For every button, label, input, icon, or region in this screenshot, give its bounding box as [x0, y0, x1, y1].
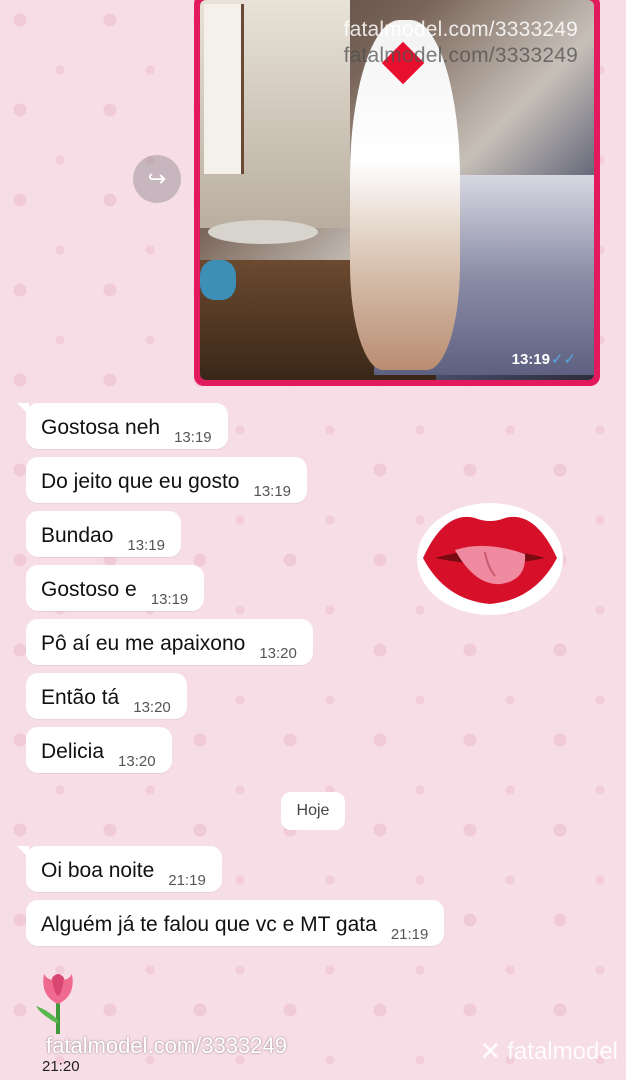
- message-bubble[interactable]: Delicia 13:20: [26, 727, 172, 773]
- photo[interactable]: fatalmodel.com/3333249 fatalmodel.com/33…: [200, 0, 594, 380]
- message-text: Gostoso e: [41, 578, 137, 601]
- tulip-emoji-icon[interactable]: [30, 966, 86, 1036]
- message-text: Delicia: [41, 740, 105, 763]
- message-time: 13:19: [150, 591, 189, 608]
- message-bubble[interactable]: Alguém já te falou que vc e MT gata 21:1…: [26, 900, 445, 946]
- message-time: 13:19: [253, 483, 292, 500]
- photo-watermark-shadow: fatalmodel.com/3333249: [343, 44, 578, 67]
- forward-icon: ↪: [147, 166, 167, 191]
- image-timestamp: 13:19: [511, 351, 550, 368]
- lips-sticker[interactable]: [415, 500, 565, 618]
- message-text: Do jeito que eu gosto: [41, 470, 240, 493]
- forward-button[interactable]: ↪: [133, 155, 181, 203]
- fatalmodel-logo-icon: ✕: [479, 1036, 502, 1066]
- message-text: Então tá: [41, 686, 120, 709]
- date-chip: Hoje: [281, 792, 345, 830]
- message-bubble[interactable]: Gostoso e 13:19: [26, 565, 205, 611]
- message-time: 13:20: [118, 753, 156, 770]
- photo-window: [204, 4, 244, 174]
- message-text: Alguém já te falou que vc e MT gata: [41, 913, 377, 936]
- message-text: Gostosa neh: [41, 416, 161, 439]
- read-ticks-icon: ✓✓: [550, 351, 576, 368]
- message-time: 13:20: [133, 699, 171, 716]
- message-time: 21:19: [390, 926, 429, 943]
- message-time: 21:19: [168, 872, 206, 889]
- message-bubble[interactable]: Do jeito que eu gosto 13:19: [26, 457, 308, 503]
- bottom-watermark: fatalmodel.com/3333249: [46, 1033, 287, 1058]
- message-bubble[interactable]: Pô aí eu me apaixono 13:20: [26, 619, 313, 665]
- photo-watermark: fatalmodel.com/3333249: [343, 18, 578, 41]
- message-text: Oi boa noite: [41, 859, 155, 882]
- image-message[interactable]: fatalmodel.com/3333249 fatalmodel.com/33…: [194, 0, 600, 386]
- photo-stool: [200, 260, 236, 300]
- message-text: Pô aí eu me apaixono: [41, 632, 246, 655]
- brand-logo: ✕ fatalmodel: [479, 1036, 618, 1067]
- photo-table: [208, 220, 318, 244]
- message-time: 13:20: [259, 645, 297, 662]
- message-bubble[interactable]: Então tá 13:20: [26, 673, 187, 719]
- message-bubble[interactable]: Bundao 13:19: [26, 511, 181, 557]
- message-text: Bundao: [41, 524, 114, 547]
- brand-name: fatalmodel: [507, 1037, 618, 1065]
- message-bubble[interactable]: Oi boa noite 21:19: [17, 846, 222, 892]
- message-bubble[interactable]: Gostosa neh 13:19: [17, 403, 228, 449]
- chat-area[interactable]: fatalmodel.com/3333249 fatalmodel.com/33…: [0, 0, 626, 1080]
- message-time: 13:19: [174, 429, 212, 446]
- message-time: 13:19: [127, 537, 165, 554]
- message-time: 21:20: [42, 1058, 80, 1075]
